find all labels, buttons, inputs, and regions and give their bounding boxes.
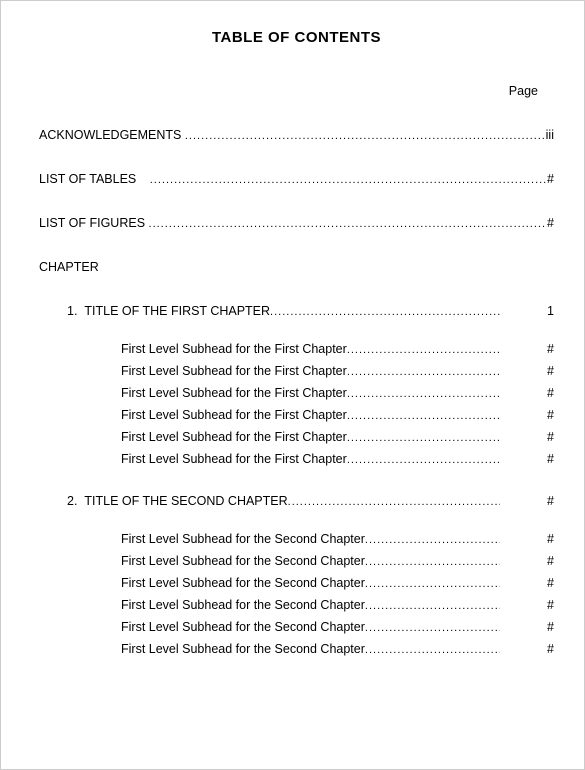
dot-leader [347, 454, 500, 466]
subhead-page-number: # [526, 620, 554, 634]
subhead-page-number: # [526, 598, 554, 612]
subhead-row: First Level Subhead for the First Chapte… [121, 452, 554, 466]
subhead-row: First Level Subhead for the Second Chapt… [121, 576, 554, 590]
dot-leader [347, 388, 500, 400]
dot-leader [288, 496, 500, 508]
page-title: TABLE OF CONTENTS [39, 29, 554, 46]
subhead-label: First Level Subhead for the First Chapte… [121, 364, 347, 378]
chapter-title: TITLE OF THE FIRST CHAPTER [84, 304, 270, 318]
subhead-row: First Level Subhead for the Second Chapt… [121, 554, 554, 568]
chapter-number: 2. [67, 494, 84, 508]
dot-leader [347, 410, 500, 422]
subhead-row: First Level Subhead for the Second Chapt… [121, 642, 554, 656]
subhead-block: First Level Subhead for the First Chapte… [39, 342, 554, 466]
page-column-header: Page [39, 84, 554, 98]
chapter-heading: CHAPTER [39, 260, 554, 274]
chapter-row: 2. TITLE OF THE SECOND CHAPTER # [39, 494, 554, 508]
front-matter-section: ACKNOWLEDGEMENTS iiiLIST OF TABLES #LIST… [39, 128, 554, 230]
subhead-page-number: # [526, 408, 554, 422]
chapter-number: 1. [67, 304, 84, 318]
dot-leader [365, 556, 500, 568]
subhead-page-number: # [526, 576, 554, 590]
subhead-row: First Level Subhead for the Second Chapt… [121, 620, 554, 634]
front-matter-row: LIST OF TABLES # [39, 172, 554, 186]
subhead-label: First Level Subhead for the Second Chapt… [121, 598, 365, 612]
subhead-label: First Level Subhead for the Second Chapt… [121, 642, 365, 656]
dot-leader [365, 644, 500, 656]
dot-leader [347, 432, 500, 444]
chapter-page-number: 1 [526, 304, 554, 318]
chapter-page-number: # [526, 494, 554, 508]
subhead-label: First Level Subhead for the First Chapte… [121, 430, 347, 444]
subhead-block: First Level Subhead for the Second Chapt… [39, 532, 554, 656]
dot-leader [365, 534, 500, 546]
subhead-page-number: # [526, 386, 554, 400]
subhead-page-number: # [526, 554, 554, 568]
dot-leader [365, 622, 500, 634]
subhead-label: First Level Subhead for the First Chapte… [121, 386, 347, 400]
dot-leader [365, 600, 500, 612]
subhead-label: First Level Subhead for the Second Chapt… [121, 532, 365, 546]
subhead-row: First Level Subhead for the First Chapte… [121, 386, 554, 400]
subhead-page-number: # [526, 430, 554, 444]
front-matter-row: LIST OF FIGURES # [39, 216, 554, 230]
subhead-label: First Level Subhead for the First Chapte… [121, 342, 347, 356]
subhead-page-number: # [526, 452, 554, 466]
dot-leader [149, 218, 548, 230]
toc-page-number: # [547, 172, 554, 186]
dot-leader [270, 306, 500, 318]
toc-page-number: iii [546, 128, 554, 142]
toc-entry-label: ACKNOWLEDGEMENTS [39, 128, 185, 142]
dot-leader [347, 344, 500, 356]
dot-leader [185, 130, 546, 142]
subhead-label: First Level Subhead for the First Chapte… [121, 408, 347, 422]
dot-leader [150, 174, 547, 186]
toc-entry-label: LIST OF FIGURES [39, 216, 149, 230]
subhead-label: First Level Subhead for the Second Chapt… [121, 554, 365, 568]
dot-leader [347, 366, 500, 378]
subhead-page-number: # [526, 532, 554, 546]
subhead-page-number: # [526, 642, 554, 656]
chapter-row: 1. TITLE OF THE FIRST CHAPTER 1 [39, 304, 554, 318]
subhead-row: First Level Subhead for the First Chapte… [121, 430, 554, 444]
subhead-row: First Level Subhead for the First Chapte… [121, 408, 554, 422]
subhead-row: First Level Subhead for the Second Chapt… [121, 598, 554, 612]
subhead-label: First Level Subhead for the First Chapte… [121, 452, 347, 466]
subhead-row: First Level Subhead for the First Chapte… [121, 364, 554, 378]
chapters-section: 1. TITLE OF THE FIRST CHAPTER 1 First Leve… [39, 304, 554, 656]
subhead-row: First Level Subhead for the First Chapte… [121, 342, 554, 356]
subhead-page-number: # [526, 364, 554, 378]
subhead-label: First Level Subhead for the Second Chapt… [121, 620, 365, 634]
subhead-row: First Level Subhead for the Second Chapt… [121, 532, 554, 546]
toc-entry-label: LIST OF TABLES [39, 172, 140, 186]
subhead-page-number: # [526, 342, 554, 356]
front-matter-row: ACKNOWLEDGEMENTS iii [39, 128, 554, 142]
subhead-label: First Level Subhead for the Second Chapt… [121, 576, 365, 590]
chapter-title: TITLE OF THE SECOND CHAPTER [84, 494, 287, 508]
dot-leader [365, 578, 500, 590]
toc-page-number: # [547, 216, 554, 230]
